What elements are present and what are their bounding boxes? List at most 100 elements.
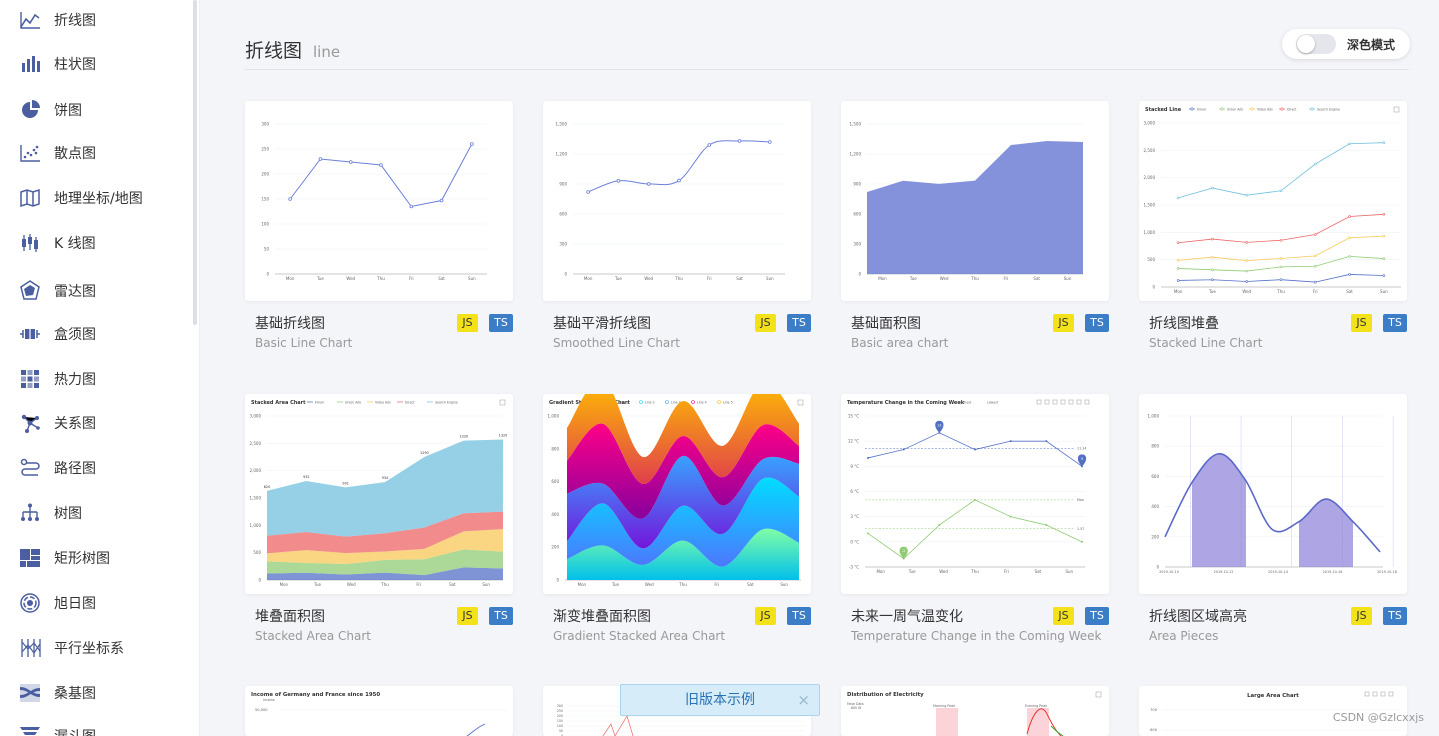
x-tick-label: Sat bbox=[736, 276, 743, 281]
example-card[interactable]: Stacked Line Email Union Ads Video Ads Direc… bbox=[1139, 101, 1407, 350]
js-badge[interactable]: JS bbox=[1053, 314, 1074, 332]
y-tick-label: 600 bbox=[551, 479, 559, 484]
sidebar-item-label: 盒须图 bbox=[54, 327, 96, 343]
data-point bbox=[1245, 269, 1249, 273]
sidebar-item-8[interactable]: 盒须图 bbox=[0, 314, 196, 354]
legend-label: Direct bbox=[405, 400, 415, 404]
example-card[interactable]: Stacked Area Chart Email Union Ads Video Ad… bbox=[245, 394, 513, 643]
dark-mode-toggle[interactable]: 深色模式 bbox=[1282, 29, 1410, 59]
y-tick-label: 200 bbox=[1151, 534, 1159, 539]
example-card[interactable]: 300 250 200 150 100 50 0 Mon Tue Wed Thu Fri Sat Sun … bbox=[245, 101, 513, 350]
js-badge[interactable]: JS bbox=[755, 607, 776, 625]
sidebar-item-9[interactable]: 热力图 bbox=[0, 359, 196, 399]
ts-badge[interactable]: TS bbox=[787, 314, 811, 332]
mark-label: Evening Peak bbox=[1025, 704, 1047, 708]
js-badge[interactable]: JS bbox=[457, 314, 478, 332]
data-point bbox=[1382, 212, 1386, 216]
chart-thumbnail[interactable]: Temperature Change in the Coming Week Hig… bbox=[841, 394, 1109, 594]
chart-svg: 1,500 1,200 900 600 300 0 Mon Tue Wed Thu Fri Sat Su… bbox=[556, 122, 785, 281]
download-icon[interactable] bbox=[1095, 691, 1102, 698]
data-point bbox=[1081, 540, 1083, 543]
chart-thumbnail[interactable]: 1,500 1,200 900 600 300 0 Mon Tue Wed Thu Fri Sat Su… bbox=[543, 101, 811, 301]
js-badge[interactable]: JS bbox=[1351, 607, 1372, 625]
ts-badge[interactable]: TS bbox=[489, 314, 513, 332]
sidebar-item-7[interactable]: 雷达图 bbox=[0, 271, 196, 311]
toolbox-icon[interactable] bbox=[1364, 691, 1370, 697]
sidebar-item-10[interactable]: 关系图 bbox=[0, 403, 196, 443]
example-card[interactable]: 1,500 1,200 900 600 300 0 Mon Tue Wed Thu Fri Sat Su… bbox=[543, 101, 811, 350]
js-badge[interactable]: JS bbox=[755, 314, 776, 332]
sidebar-item-15[interactable]: 平行坐标系 bbox=[0, 628, 196, 668]
example-card[interactable]: Temperature Change in the Coming Week Hig… bbox=[841, 394, 1109, 643]
toolbox-icon[interactable] bbox=[1388, 691, 1394, 697]
download-icon[interactable] bbox=[797, 399, 804, 406]
download-icon[interactable] bbox=[1393, 106, 1400, 113]
js-badge[interactable]: JS bbox=[1053, 607, 1074, 625]
y-tick-label: 9 °C bbox=[850, 464, 859, 469]
y-tick-label: 1,000 bbox=[250, 523, 262, 528]
chart-svg: Income of Germany and France since 1950I… bbox=[251, 692, 507, 736]
sidebar-item-14[interactable]: 旭日图 bbox=[0, 583, 196, 623]
legend-label: Email bbox=[1197, 107, 1206, 111]
example-card[interactable]: 1,500 1,200 900 600 300 0 Mon Tue Wed Thu Fri Sat Su… bbox=[841, 101, 1109, 350]
toolbox-icon[interactable] bbox=[1044, 399, 1050, 405]
sidebar-item-4[interactable]: 散点图 bbox=[0, 133, 196, 173]
toggle-switch[interactable] bbox=[1296, 34, 1336, 54]
ts-badge[interactable]: TS bbox=[489, 607, 513, 625]
x-tick-label: 2019-10-14 bbox=[1268, 570, 1288, 574]
toolbox-icon[interactable] bbox=[1036, 399, 1042, 405]
toolbox-icon[interactable] bbox=[1052, 399, 1058, 405]
y-tick-label: 2,000 bbox=[250, 468, 262, 473]
chart-thumbnail[interactable]: Gradient Stacked Area ChartLine 1Line 2L… bbox=[543, 394, 811, 594]
close-icon[interactable]: × bbox=[797, 685, 810, 715]
card-title: 堆叠面积图 bbox=[255, 609, 325, 625]
js-badge[interactable]: JS bbox=[1351, 314, 1372, 332]
ts-badge[interactable]: TS bbox=[1085, 314, 1109, 332]
toolbox-icon[interactable] bbox=[1076, 399, 1082, 405]
mark-label: Morning Peak bbox=[933, 704, 955, 708]
ts-badge[interactable]: TS bbox=[1383, 314, 1407, 332]
toolbox-icon[interactable] bbox=[1084, 399, 1090, 405]
old-version-banner[interactable]: 旧版本示例 × bbox=[620, 684, 820, 716]
chart-thumbnail[interactable]: Income of Germany and France since 1950 I… bbox=[245, 686, 513, 736]
chart-thumbnail[interactable]: 1,000 800 600 400 200 0 2019-10-10 2019-10-12 20… bbox=[1139, 394, 1407, 594]
x-tick-label: Thu bbox=[970, 569, 979, 574]
sidebar-item-12[interactable]: 树图 bbox=[0, 493, 196, 533]
sidebar-item-5[interactable]: 地理坐标/地图 bbox=[0, 178, 196, 218]
chart-thumbnail[interactable]: Stacked Line Email Union Ads Video Ads Direc… bbox=[1139, 101, 1407, 301]
chart-svg: 300 250 200 150 100 50 0 Mon Tue Wed Thu Fri Sat Sun bbox=[261, 122, 487, 281]
chart-thumbnail[interactable]: 1,500 1,200 900 600 300 0 Mon Tue Wed Thu Fri Sat Su… bbox=[841, 101, 1109, 301]
legend-label: Search Engine bbox=[1317, 107, 1340, 111]
card-subtitle: Basic Line Chart bbox=[255, 336, 353, 350]
chart-title: Stacked Area Chart bbox=[251, 400, 306, 406]
ts-badge[interactable]: TS bbox=[787, 607, 811, 625]
sidebar-item-16[interactable]: 桑基图 bbox=[0, 673, 196, 713]
data-label: 934 bbox=[382, 476, 388, 480]
ts-badge[interactable]: TS bbox=[1085, 607, 1109, 625]
x-tick-label: Mon bbox=[584, 276, 593, 281]
y-tick-label: 0 bbox=[258, 578, 261, 583]
sidebar-item-11[interactable]: 路径图 bbox=[0, 448, 196, 488]
y-tick-label: 400 bbox=[551, 512, 559, 517]
sidebar-item-1[interactable]: 折线图 bbox=[0, 0, 196, 40]
chart-thumbnail[interactable]: 300 250 200 150 100 50 0 Mon Tue Wed Thu Fri Sat Sun bbox=[245, 101, 513, 301]
ts-badge[interactable]: TS bbox=[1383, 607, 1407, 625]
toolbox-icon[interactable] bbox=[1068, 399, 1074, 405]
chart-thumbnail[interactable]: Stacked Area Chart Email Union Ads Video Ad… bbox=[245, 394, 513, 594]
toolbox-icon[interactable] bbox=[1380, 691, 1386, 697]
download-icon[interactable] bbox=[499, 399, 506, 406]
toolbox-icon[interactable] bbox=[1372, 691, 1378, 697]
chart-thumbnail[interactable]: Distribution of Electricity False Data 800… bbox=[841, 686, 1109, 736]
sidebar-item-6[interactable]: K 线图 bbox=[0, 223, 196, 263]
example-card[interactable]: 1,000 800 600 400 200 0 2019-10-10 2019-10-12 20… bbox=[1139, 394, 1407, 643]
sidebar-item-2[interactable]: 柱状图 bbox=[0, 44, 196, 84]
sidebar-item-3[interactable]: 饼图 bbox=[0, 90, 196, 130]
data-point bbox=[938, 524, 941, 527]
toolbox-icon[interactable] bbox=[1060, 399, 1066, 405]
example-card[interactable]: Gradient Stacked Area Chart Line 1 Line 2 L… bbox=[543, 394, 811, 643]
js-badge[interactable]: JS bbox=[457, 607, 478, 625]
sidebar-item-13[interactable]: 矩形树图 bbox=[0, 538, 196, 578]
sidebar-item-label: 关系图 bbox=[54, 416, 96, 432]
data-point bbox=[1211, 186, 1214, 190]
sidebar-item-17[interactable]: 漏斗图 bbox=[0, 716, 196, 736]
